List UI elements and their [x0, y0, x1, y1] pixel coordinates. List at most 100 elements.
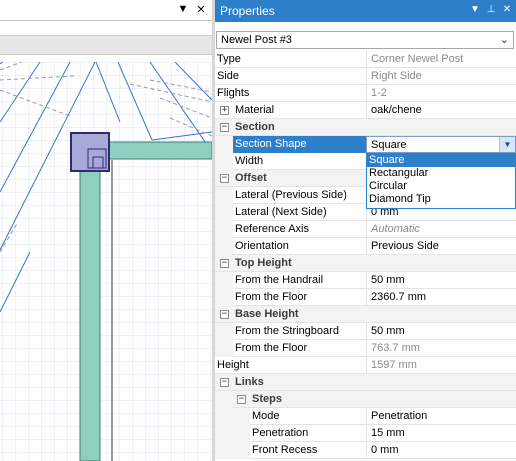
property-row-base-from-stringboard[interactable]: From the Stringboard 50 mm [215, 323, 516, 340]
property-label: Height [217, 359, 249, 371]
row-gutter [215, 136, 233, 153]
property-value: Penetration [366, 408, 516, 425]
row-gutter [215, 153, 233, 170]
property-label: Type [217, 53, 241, 65]
stringboard-top[interactable] [101, 141, 212, 160]
property-label: Orientation [235, 240, 289, 252]
property-row-type[interactable]: Type Corner Newel Post [215, 51, 516, 68]
dropdown-option-diamond-tip[interactable]: Diamond Tip [367, 193, 515, 206]
row-gutter [215, 323, 233, 340]
chevron-down-icon[interactable]: ⌄ [500, 33, 509, 46]
property-row-material[interactable]: + Material oak/chene [215, 102, 516, 119]
row-gutter [215, 204, 233, 221]
property-value: 1-2 [366, 85, 516, 102]
section-shape-combobox[interactable]: Square ▼ [366, 136, 516, 153]
property-label: Side [217, 70, 240, 82]
dropdown-option-circular[interactable]: Circular [367, 180, 515, 193]
row-gutter [215, 289, 233, 306]
collapse-icon[interactable]: − [237, 395, 246, 404]
property-label: Lateral (Previous Side) [235, 189, 347, 201]
drawing-toolbar [0, 35, 212, 55]
property-value: Automatic [366, 221, 516, 238]
property-label: Reference Axis [235, 223, 309, 235]
drawing-panel-titlebar: ▼ ✕ [0, 0, 212, 21]
stringboard-left[interactable] [79, 161, 101, 461]
category-section[interactable]: − Section [215, 119, 516, 136]
property-value: 2360.7 mm [366, 289, 516, 306]
row-gutter [215, 391, 233, 408]
expand-icon[interactable]: + [220, 106, 229, 115]
property-row-top-from-floor[interactable]: From the Floor 2360.7 mm [215, 289, 516, 306]
properties-title: Properties [220, 4, 275, 18]
drawing-toolbar-strip [0, 21, 212, 63]
category-base-height[interactable]: − Base Height [215, 306, 516, 323]
property-row-mode[interactable]: Mode Penetration [215, 408, 516, 425]
dropdown-option-square[interactable]: Square [367, 154, 515, 167]
dropdown-arrow-icon[interactable]: ▼ [499, 137, 515, 152]
property-label: From the Stringboard [235, 325, 339, 337]
row-gutter [215, 221, 233, 238]
chevron-down-icon[interactable]: ▼ [469, 4, 481, 15]
property-value: 763.7 mm [366, 340, 516, 357]
row-gutter [215, 425, 250, 442]
property-row-flights[interactable]: Flights 1-2 [215, 85, 516, 102]
collapse-icon[interactable]: − [220, 378, 229, 387]
property-value: 50 mm [366, 272, 516, 289]
property-value: Corner Newel Post [366, 51, 516, 68]
row-gutter [215, 408, 250, 425]
section-shape-value: Square [371, 139, 407, 151]
category-label: Section [235, 121, 275, 133]
property-row-front-recess[interactable]: Front Recess 0 mm [215, 442, 516, 459]
property-row-height[interactable]: Height 1597 mm [215, 357, 516, 374]
property-row-reference-axis[interactable]: Reference Axis Automatic [215, 221, 516, 238]
property-value: Previous Side [366, 238, 516, 255]
row-gutter [215, 340, 233, 357]
property-value: 50 mm [366, 323, 516, 340]
collapse-icon[interactable]: − [220, 310, 229, 319]
property-label: Lateral (Next Side) [235, 206, 327, 218]
row-gutter [215, 187, 233, 204]
property-row-side[interactable]: Side Right Side [215, 68, 516, 85]
property-row-top-from-handrail[interactable]: From the Handrail 50 mm [215, 272, 516, 289]
property-row-base-from-floor[interactable]: From the Floor 763.7 mm [215, 340, 516, 357]
section-shape-dropdown-list: Square Rectangular Circular Diamond Tip [366, 153, 516, 209]
close-icon[interactable]: ✕ [501, 4, 513, 15]
property-value: 0 mm [366, 442, 516, 459]
category-steps[interactable]: − Steps [215, 391, 516, 408]
category-label: Links [235, 376, 264, 388]
property-label: Flights [217, 87, 250, 99]
property-row-penetration[interactable]: Penetration 15 mm [215, 425, 516, 442]
property-value: Right Side [366, 68, 516, 85]
property-label: From the Floor [235, 342, 308, 354]
property-value: 15 mm [366, 425, 516, 442]
collapse-icon[interactable]: − [220, 174, 229, 183]
pin-icon[interactable]: ⊥ [485, 4, 497, 15]
property-label: Material [235, 104, 275, 116]
property-value: oak/chene [366, 102, 516, 119]
property-value: 1597 mm [366, 357, 516, 374]
close-icon[interactable]: ✕ [194, 3, 208, 16]
stair-drawing-canvas[interactable] [0, 62, 212, 461]
row-gutter [215, 272, 233, 289]
category-label: Top Height [235, 257, 292, 269]
category-label: Steps [252, 393, 282, 405]
object-selector[interactable]: Newel Post #3 ⌄ [216, 31, 514, 49]
property-label: Mode [252, 410, 280, 422]
property-label: From the Floor [235, 291, 308, 303]
object-selector-value: Newel Post #3 [221, 34, 292, 46]
property-label: Section Shape [233, 136, 366, 153]
category-label: Base Height [235, 308, 299, 320]
collapse-icon[interactable]: − [220, 259, 229, 268]
dropdown-option-rectangular[interactable]: Rectangular [367, 167, 515, 180]
properties-panel: Properties ▼ ⊥ ✕ Newel Post #3 ⌄ Type Co… [215, 0, 516, 461]
property-label: From the Handrail [235, 274, 324, 286]
row-gutter [215, 442, 250, 459]
property-row-orientation[interactable]: Orientation Previous Side [215, 238, 516, 255]
category-top-height[interactable]: − Top Height [215, 255, 516, 272]
property-label: Width [235, 155, 264, 167]
category-links[interactable]: − Links [215, 374, 516, 391]
chevron-down-icon[interactable]: ▼ [176, 3, 190, 15]
collapse-icon[interactable]: − [220, 123, 229, 132]
row-gutter [215, 238, 233, 255]
drawing-panel: ▼ ✕ [0, 0, 212, 461]
